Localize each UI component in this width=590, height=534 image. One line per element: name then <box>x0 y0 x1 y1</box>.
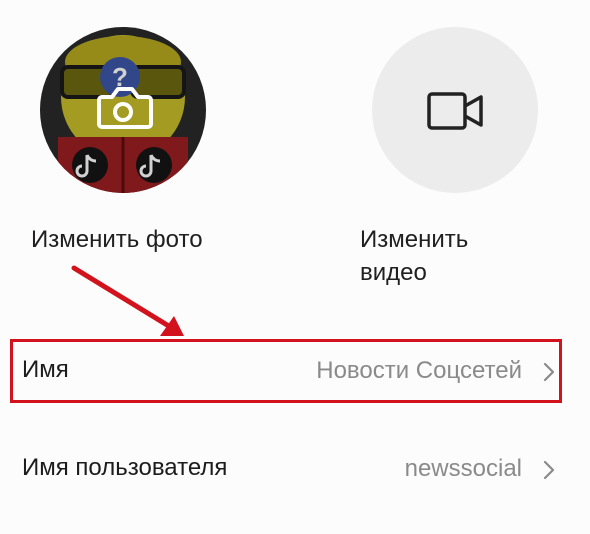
username-value: newssocial <box>404 455 522 482</box>
video-camera-icon <box>427 92 483 130</box>
profile-video[interactable] <box>372 27 538 193</box>
username-label: Имя пользователя <box>22 454 228 481</box>
avatar-image: ? <box>40 27 206 193</box>
username-row[interactable]: Имя пользователя newssocial <box>22 441 562 499</box>
name-value: Новости Соцсетей <box>316 357 522 384</box>
annotation-arrow <box>71 265 184 336</box>
name-row[interactable]: Имя Новости Соцсетей <box>22 343 562 401</box>
profile-photo[interactable]: ? <box>40 27 206 193</box>
name-label: Имя <box>22 356 69 383</box>
change-video-label[interactable]: Изменить видео <box>360 223 510 289</box>
chevron-right-icon <box>543 460 555 480</box>
edit-profile-screen: ? Изменить фото Изменить видео Им <box>0 0 590 534</box>
chevron-right-icon <box>543 362 555 382</box>
change-photo-label[interactable]: Изменить фото <box>31 223 271 256</box>
